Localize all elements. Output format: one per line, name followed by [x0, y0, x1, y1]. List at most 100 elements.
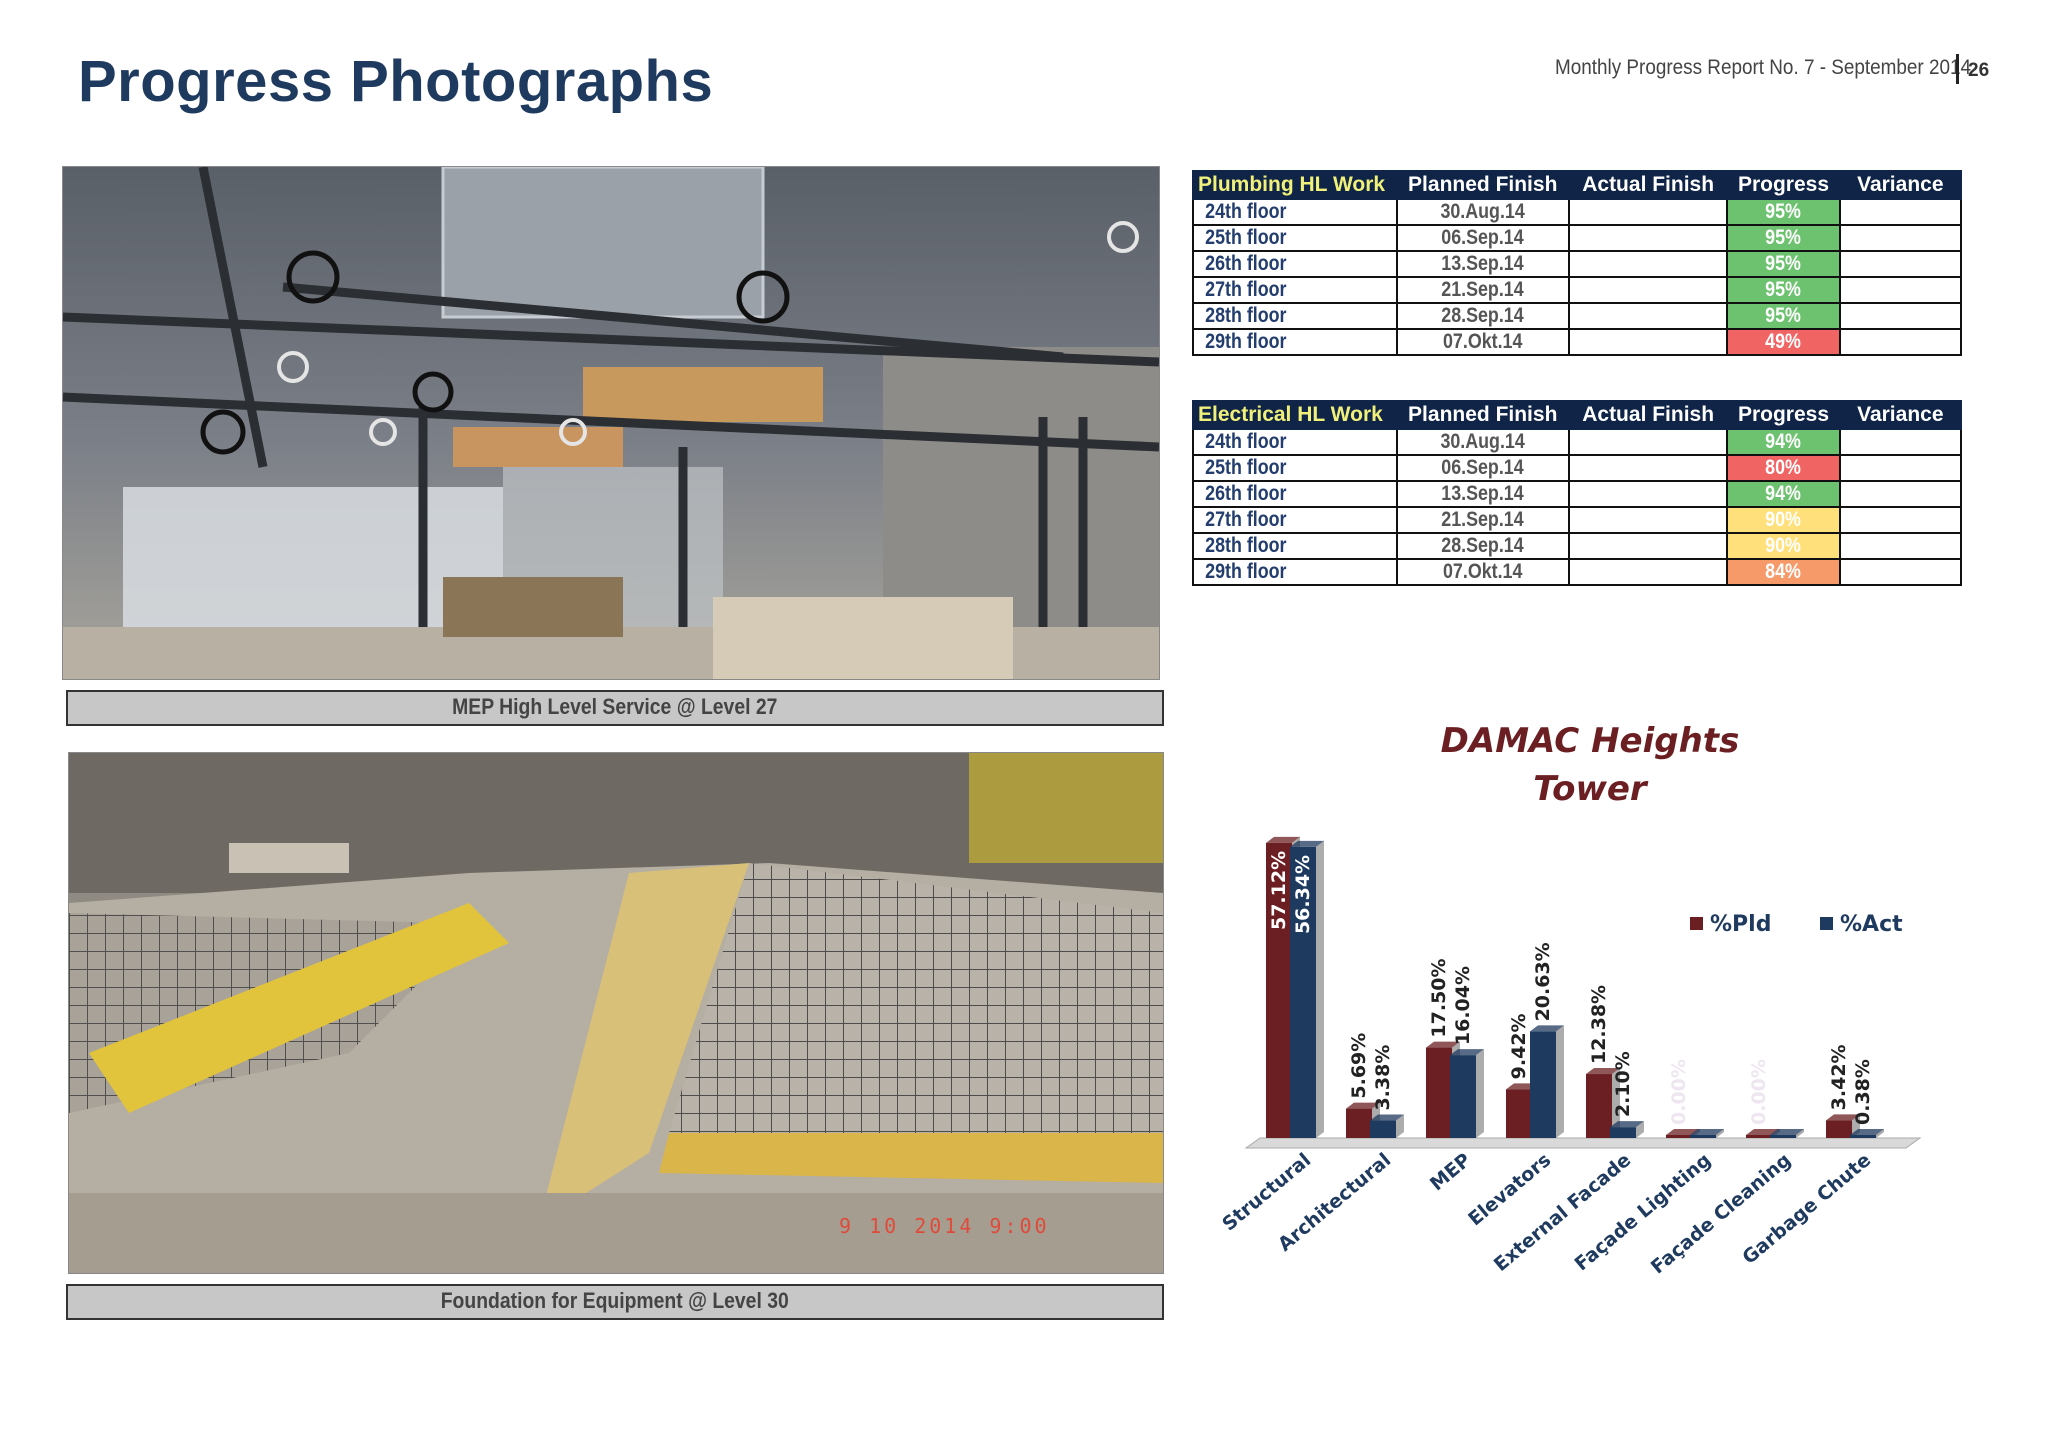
progress-cell: 80%	[1726, 454, 1841, 482]
planned-finish-cell: 28.Sep.14	[1395, 532, 1570, 560]
variance-cell	[1838, 276, 1963, 304]
legend-label: %Pld	[1710, 912, 1771, 937]
photo-timestamp: 9 10 2014 9:00	[839, 1214, 1050, 1238]
photo-caption: MEP High Level Service @ Level 27	[66, 690, 1164, 726]
category-label: MEP	[1426, 1149, 1475, 1195]
data-label: 57.12%	[1268, 851, 1290, 930]
floor-cell: 29th floor	[1192, 328, 1398, 356]
table-header-row: Electrical HL Work Planned Finish Actual…	[1192, 400, 1963, 430]
bar-side	[1316, 840, 1324, 1138]
actual-finish-cell	[1567, 302, 1729, 330]
photo-equipment-foundation: 9 10 2014 9:00	[68, 752, 1164, 1274]
category-label: External Facade	[1490, 1149, 1635, 1276]
table-row: 27th floor 21.Sep.14 90%	[1192, 506, 1963, 534]
actual-finish-cell	[1567, 250, 1729, 278]
bar-actual	[1450, 1055, 1476, 1138]
progress-cell: 94%	[1726, 480, 1841, 508]
floor-cell: 24th floor	[1192, 198, 1398, 226]
floor-cell: 25th floor	[1192, 224, 1398, 252]
data-label: 3.42%	[1828, 1044, 1850, 1110]
variance-cell	[1838, 454, 1963, 482]
bar-planned	[1826, 1120, 1852, 1138]
photo-caption: Foundation for Equipment @ Level 30	[66, 1284, 1164, 1320]
table-row: 28th floor 28.Sep.14 90%	[1192, 532, 1963, 560]
legend-swatch	[1690, 917, 1703, 930]
variance-cell	[1838, 506, 1963, 534]
table-row: 29th floor 07.Okt.14 84%	[1192, 558, 1963, 586]
floor-cell: 26th floor	[1192, 480, 1398, 508]
table-header-row: Plumbing HL Work Planned Finish Actual F…	[1192, 170, 1963, 200]
variance-cell	[1838, 224, 1963, 252]
progress-cell: 95%	[1726, 198, 1841, 226]
data-label: 3.38%	[1372, 1045, 1394, 1111]
electrical-progress-table: Electrical HL Work Planned Finish Actual…	[1192, 400, 1963, 586]
bar-planned	[1506, 1089, 1532, 1138]
bar-actual	[1370, 1120, 1396, 1138]
data-label: 9.42%	[1508, 1013, 1530, 1079]
variance-cell	[1838, 428, 1963, 456]
data-label: 56.34%	[1292, 855, 1314, 934]
floor-cell: 29th floor	[1192, 558, 1398, 586]
table-row: 26th floor 13.Sep.14 94%	[1192, 480, 1963, 508]
actual-finish-cell	[1567, 558, 1729, 586]
data-label: 0.38%	[1852, 1059, 1874, 1125]
plumbing-progress-table: Plumbing HL Work Planned Finish Actual F…	[1192, 170, 1963, 356]
floor-cell: 24th floor	[1192, 428, 1398, 456]
planned-finish-cell: 30.Aug.14	[1395, 428, 1570, 456]
progress-cell: 49%	[1726, 328, 1841, 356]
category-label: Façade Lighting	[1571, 1149, 1716, 1275]
data-label: 17.50%	[1428, 958, 1450, 1037]
actual-finish-cell	[1567, 454, 1729, 482]
category-label: Façade Cleaning	[1647, 1149, 1795, 1278]
report-title: Monthly Progress Report No. 7 - Septembe…	[1555, 56, 1972, 79]
bar-planned	[1666, 1135, 1692, 1138]
planned-finish-cell: 13.Sep.14	[1395, 250, 1570, 278]
progress-cell: 90%	[1726, 506, 1841, 534]
column-header: Electrical HL Work	[1192, 400, 1398, 430]
data-label: 2.10%	[1612, 1051, 1634, 1117]
page-title: Progress Photographs	[78, 49, 714, 114]
floor-cell: 27th floor	[1192, 276, 1398, 304]
bar-planned	[1586, 1074, 1612, 1138]
variance-cell	[1838, 558, 1963, 586]
bar-actual	[1770, 1135, 1796, 1138]
data-label: 0.00%	[1748, 1059, 1770, 1125]
column-header: Planned Finish	[1395, 400, 1570, 430]
column-header: Plumbing HL Work	[1192, 170, 1398, 200]
bar-actual	[1530, 1031, 1556, 1138]
table-row: 25th floor 06.Sep.14 80%	[1192, 454, 1963, 482]
column-header: Actual Finish	[1567, 170, 1729, 200]
bar-actual	[1690, 1135, 1716, 1138]
legend-label: %Act	[1840, 912, 1903, 937]
column-header: Progress	[1726, 400, 1841, 430]
bar-planned	[1746, 1135, 1772, 1138]
bar-side	[1556, 1025, 1564, 1138]
column-header: Variance	[1838, 400, 1963, 430]
floor-cell: 28th floor	[1192, 532, 1398, 560]
actual-finish-cell	[1567, 276, 1729, 304]
chart-title-line: DAMAC Heights	[1441, 721, 1740, 761]
bar-side	[1476, 1049, 1484, 1138]
planned-finish-cell: 07.Okt.14	[1395, 328, 1570, 356]
bar-planned	[1346, 1108, 1372, 1138]
planned-finish-cell: 28.Sep.14	[1395, 302, 1570, 330]
legend-swatch	[1820, 917, 1833, 930]
planned-finish-cell: 30.Aug.14	[1395, 198, 1570, 226]
progress-cell: 94%	[1726, 428, 1841, 456]
column-header: Planned Finish	[1395, 170, 1570, 200]
variance-cell	[1838, 328, 1963, 356]
photo-mep-high-level	[62, 166, 1160, 680]
actual-finish-cell	[1567, 506, 1729, 534]
floor-cell: 26th floor	[1192, 250, 1398, 278]
data-label: 12.38%	[1588, 985, 1610, 1064]
page-number: 26	[1968, 60, 1990, 81]
table-row: 26th floor 13.Sep.14 95%	[1192, 250, 1963, 278]
table-row: 24th floor 30.Aug.14 95%	[1192, 198, 1963, 226]
actual-finish-cell	[1567, 532, 1729, 560]
column-header: Actual Finish	[1567, 400, 1729, 430]
variance-cell	[1838, 302, 1963, 330]
planned-finish-cell: 21.Sep.14	[1395, 276, 1570, 304]
table-row: 28th floor 28.Sep.14 95%	[1192, 302, 1963, 330]
data-label: 0.00%	[1668, 1059, 1690, 1125]
table-row: 27th floor 21.Sep.14 95%	[1192, 276, 1963, 304]
